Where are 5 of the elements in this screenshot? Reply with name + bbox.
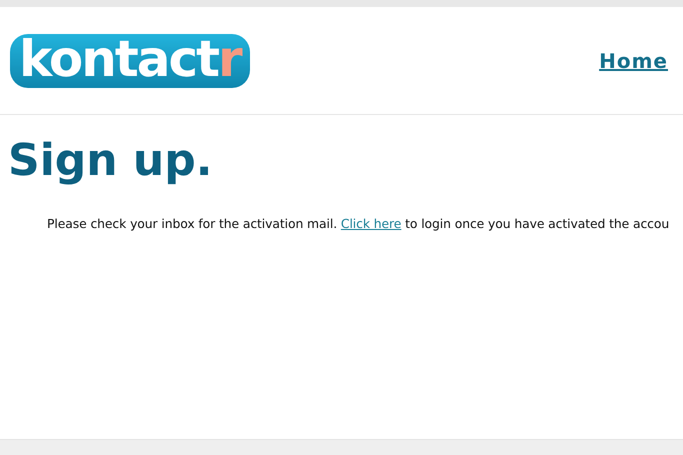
activation-message: Please check your inbox for the activation mail. Click here to login once you have activated the accou — [47, 215, 670, 233]
click-here-link[interactable]: Click here — [340, 216, 402, 231]
nav-link[interactable]: Home — [599, 46, 668, 76]
page-title: Sign up. — [8, 139, 214, 183]
logo[interactable]: kontactr — [10, 34, 250, 88]
